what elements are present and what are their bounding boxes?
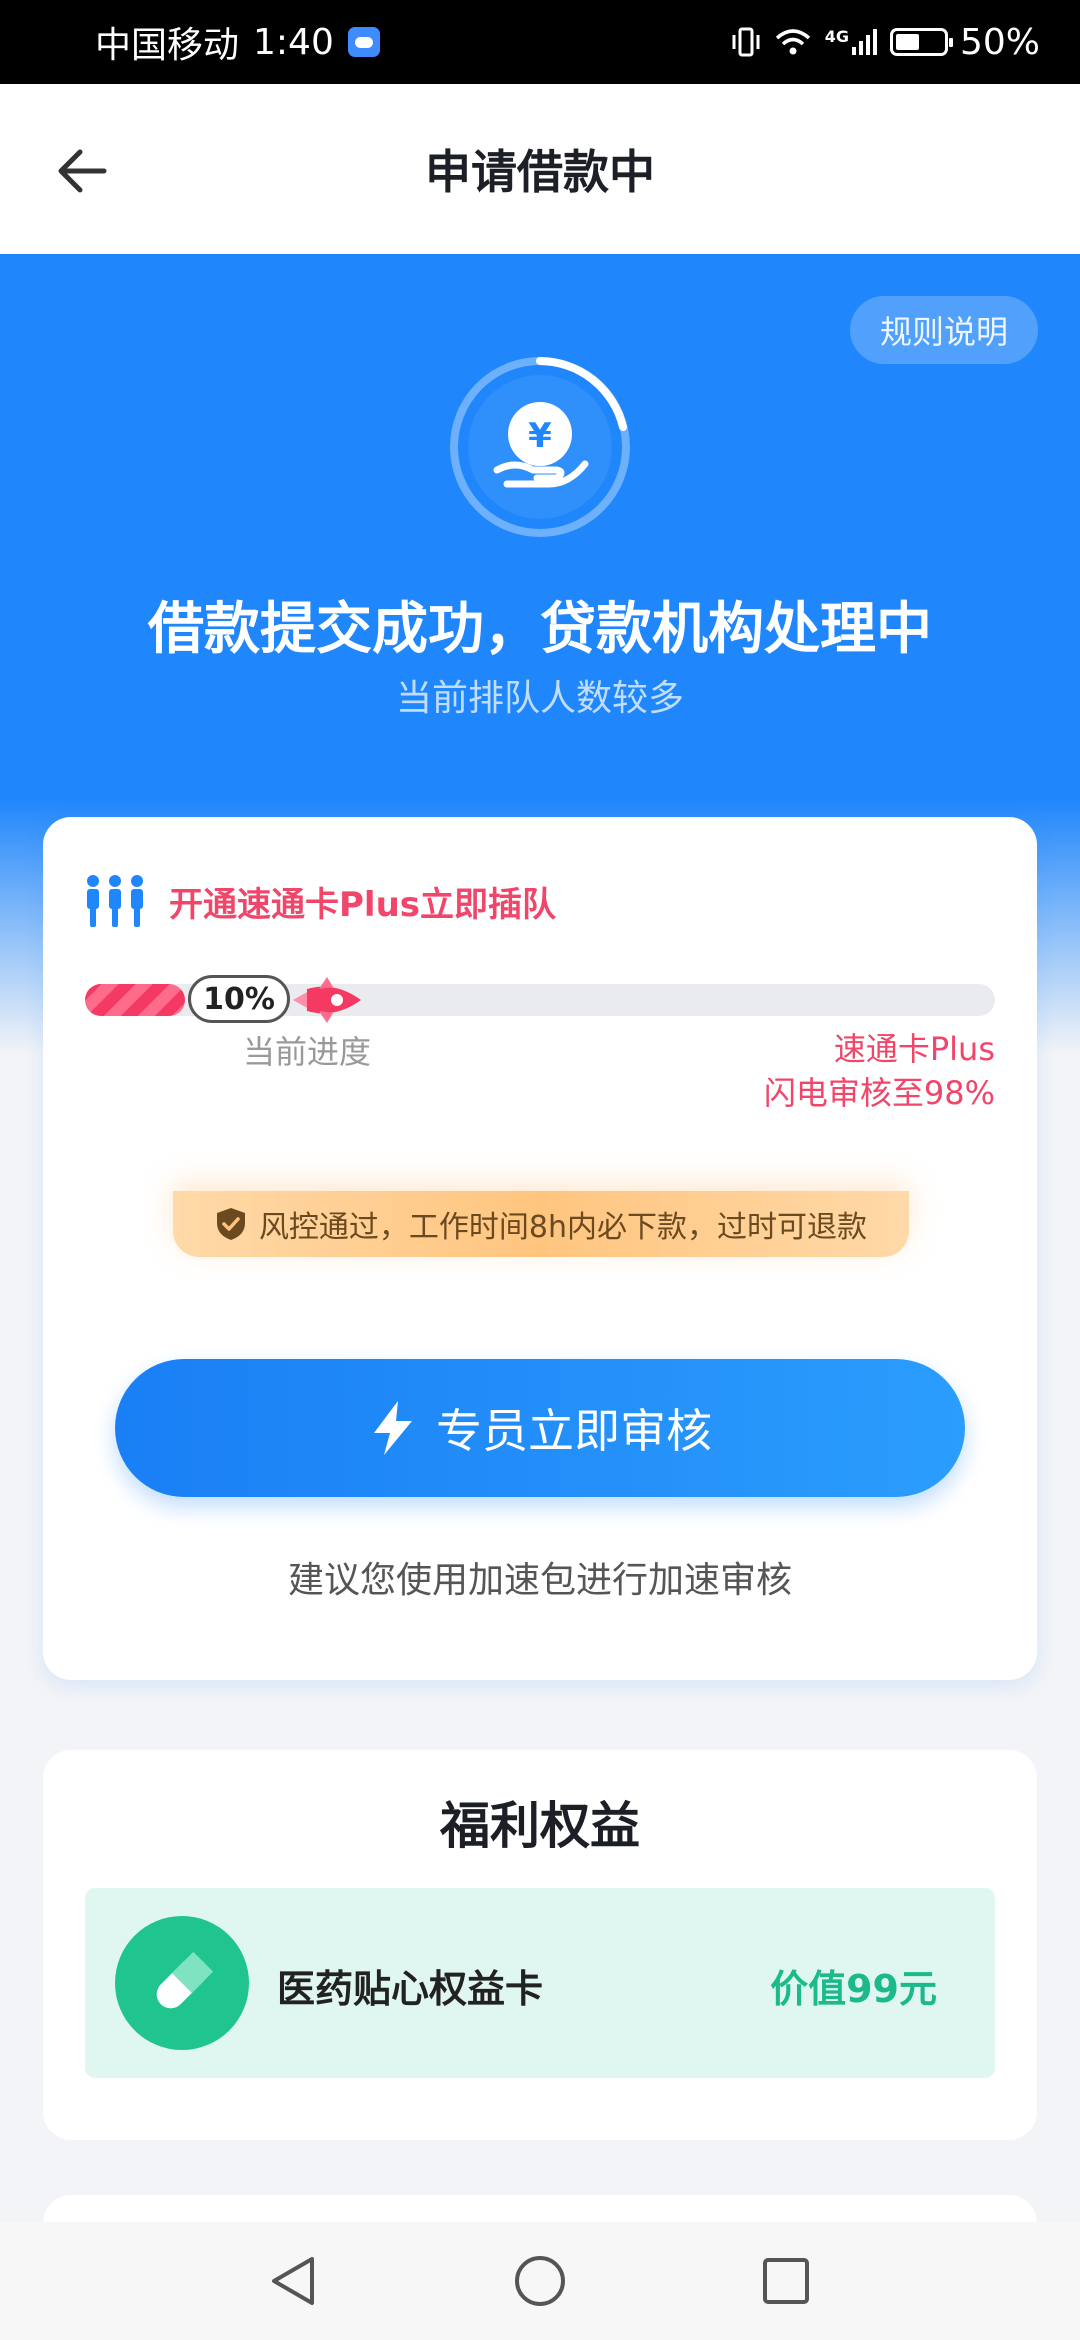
review-button-label: 专员立即审核 <box>436 1404 712 1458</box>
cloud-icon <box>347 27 380 57</box>
guarantee-text: 风控通过，工作时间8h内必下款，过时可退款 <box>258 1210 868 1245</box>
status-left: 中国移动 1:40 <box>95 16 380 68</box>
progress-card: 开通速通卡Plus立即插队 10% 当前进度 速通卡Plus 闪电审核至98% … <box>43 817 1037 1680</box>
yuan-hand-icon: ¥ <box>450 357 630 537</box>
hero-subtitle: 当前排队人数较多 <box>395 678 684 719</box>
wifi-icon <box>775 29 810 55</box>
rules-button[interactable]: 规则说明 <box>849 296 1038 364</box>
network-type: 4G <box>824 27 849 46</box>
nav-recents-icon[interactable] <box>758 2253 814 2309</box>
promo-row[interactable]: 开通速通卡Plus立即插队 <box>83 873 556 929</box>
target-text: 速通卡Plus 闪电审核至98% <box>764 1027 995 1115</box>
progress-label: 当前进度 <box>243 1033 372 1071</box>
arrow-left-icon <box>58 149 107 193</box>
carrier-name: 中国移动 <box>95 25 240 66</box>
review-now-button[interactable]: 专员立即审核 <box>115 1359 965 1497</box>
rocket-icon <box>293 977 361 1023</box>
hero-title: 借款提交成功，贷款机构处理中 <box>148 597 932 662</box>
progress-percent: 10% <box>188 975 290 1023</box>
benefits-title: 福利权益 <box>440 1797 640 1855</box>
capsule-glyph-icon <box>156 1951 214 2009</box>
target-line-2: 闪电审核至98% <box>763 1074 995 1112</box>
benefit-item-medical[interactable]: 医药贴心权益卡 价值99元 <box>85 1888 995 2078</box>
promo-text: 开通速通卡Plus立即插队 <box>169 884 557 925</box>
benefits-card: 福利权益 医药贴心权益卡 价值99元 <box>43 1750 1037 2140</box>
people-queue-icon <box>87 875 143 927</box>
shield-check-icon <box>216 1208 245 1240</box>
progress-fill <box>85 984 186 1016</box>
page-title: 申请借款中 <box>425 145 655 199</box>
signal-group: 4G <box>825 27 878 57</box>
back-button[interactable] <box>50 139 114 203</box>
vibrate-icon <box>732 27 760 57</box>
guarantee-banner: 风控通过，工作时间8h内必下款，过时可退款 <box>173 1191 909 1257</box>
benefit-value: 价值99元 <box>770 1967 937 2011</box>
status-bar: 中国移动 1:40 4G 50% <box>0 0 1080 84</box>
clock-time: 1:40 <box>253 21 334 63</box>
nav-back-icon[interactable] <box>266 2253 322 2309</box>
battery-icon <box>889 28 953 56</box>
nav-bar: 申请借款中 <box>0 84 1080 254</box>
capsule-icon <box>115 1916 249 2050</box>
signal-icon <box>851 29 877 55</box>
system-nav-bar <box>0 2222 1080 2340</box>
status-right: 4G 50% <box>731 22 1040 63</box>
nav-home-icon[interactable] <box>512 2253 568 2309</box>
lightning-icon <box>374 1401 412 1455</box>
target-line-1: 速通卡Plus <box>833 1030 995 1068</box>
battery-percent: 50% <box>959 21 1040 63</box>
benefit-name: 医药贴心权益卡 <box>277 1967 544 2011</box>
review-hint: 建议您使用加速包进行加速审核 <box>287 1560 792 1601</box>
svg-text:¥: ¥ <box>528 416 552 456</box>
